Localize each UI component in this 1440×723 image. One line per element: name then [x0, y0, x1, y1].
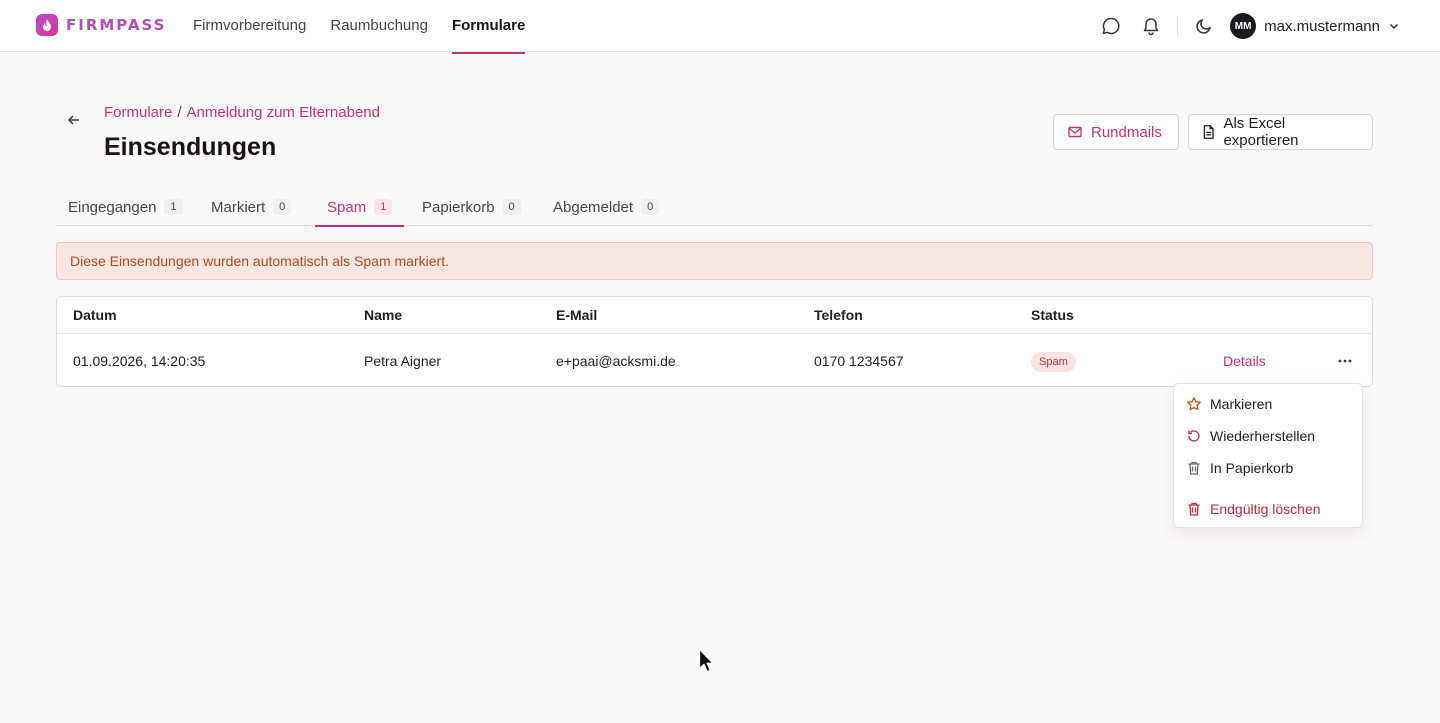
table-row[interactable]: 01.09.2026, 14:20:35 Petra Aigner e+paai… — [57, 335, 1372, 387]
back-arrow-icon[interactable] — [64, 110, 84, 130]
column-header-email[interactable]: E-Mail — [556, 297, 597, 334]
details-link[interactable]: Details — [1223, 335, 1266, 387]
logo[interactable]: FIRMPASS — [36, 14, 166, 36]
moon-icon[interactable] — [1192, 14, 1216, 38]
column-header-name[interactable]: Name — [364, 297, 402, 334]
tab-eingegangen[interactable]: Eingegangen 1 — [68, 188, 183, 226]
tab-count: 1 — [374, 199, 393, 215]
tab-abgemeldet[interactable]: Abgemeldet 0 — [553, 188, 660, 226]
tab-bar: Eingegangen 1 Markiert 0 Spam 1 Papierko… — [56, 188, 1373, 227]
avatar[interactable]: MM — [1230, 13, 1257, 39]
menu-item-wiederherstellen[interactable]: Wiederherstellen — [1174, 422, 1362, 450]
tab-count: 0 — [273, 199, 292, 215]
bell-icon[interactable] — [1139, 14, 1163, 38]
cell-datum: 01.09.2026, 14:20:35 — [73, 353, 206, 369]
document-icon — [1203, 125, 1214, 139]
nav-divider — [1177, 16, 1179, 36]
tab-label: Eingegangen — [68, 198, 157, 216]
rundmails-button[interactable]: Rundmails — [1053, 114, 1179, 150]
breadcrumb-separator: / — [177, 104, 182, 121]
mail-icon — [1068, 126, 1082, 138]
tab-markiert[interactable]: Markiert 0 — [211, 188, 292, 226]
logo-flame-icon — [36, 14, 58, 36]
cell-email: e+paai@acksmi.de — [556, 353, 676, 369]
tab-label: Abgemeldet — [553, 198, 634, 216]
cell-telefon: 0170 1234567 — [814, 353, 904, 369]
menu-item-label: Markieren — [1210, 396, 1273, 412]
nav-right: MM max.mustermann — [1099, 0, 1400, 52]
breadcrumb: Formulare / Anmeldung zum Elternabend — [104, 104, 380, 121]
menu-item-label: In Papierkorb — [1210, 460, 1294, 476]
rundmails-label: Rundmails — [1091, 123, 1162, 141]
restore-icon — [1188, 430, 1200, 442]
table-header: Datum Name E-Mail Telefon Status — [57, 297, 1372, 334]
main-nav: Firmvorbereitung Raumbuchung Formulare — [193, 0, 549, 54]
spam-info-alert: Diese Einsendungen wurden automatisch al… — [56, 242, 1373, 280]
trash-icon — [1188, 502, 1200, 516]
chat-icon[interactable] — [1099, 14, 1123, 38]
nav-link-formulare[interactable]: Formulare — [451, 0, 526, 54]
row-actions-menu: Markieren Wiederherstellen In Papierkorb… — [1173, 383, 1363, 528]
column-header-telefon[interactable]: Telefon — [814, 297, 863, 334]
tab-label: Markiert — [211, 198, 266, 216]
export-label: Als Excel exportieren — [1223, 115, 1299, 149]
submissions-table: Datum Name E-Mail Telefon Status 01.09.2… — [56, 296, 1373, 387]
page-title: Einsendungen — [104, 133, 277, 161]
cell-name: Petra Aigner — [364, 353, 442, 369]
tab-label: Papierkorb — [422, 198, 495, 216]
export-excel-button[interactable]: Als Excel exportieren — [1188, 114, 1373, 150]
tab-papierkorb[interactable]: Papierkorb 0 — [422, 188, 521, 226]
menu-item-label: Wiederherstellen — [1210, 428, 1316, 444]
username[interactable]: max.mustermann — [1264, 18, 1380, 35]
trash-icon — [1188, 461, 1200, 475]
chevron-down-icon[interactable] — [1388, 20, 1400, 32]
logo-text: FIRMPASS — [66, 16, 167, 34]
status-badge: Spam — [1031, 352, 1076, 372]
tab-spam[interactable]: Spam 1 — [315, 188, 405, 227]
menu-item-endgueltig-loeschen[interactable]: Endgültig löschen — [1174, 495, 1362, 523]
menu-item-papierkorb[interactable]: In Papierkorb — [1174, 454, 1362, 482]
menu-item-markieren[interactable]: Markieren — [1174, 390, 1362, 418]
nav-link-firmvorbereitung[interactable]: Firmvorbereitung — [193, 0, 306, 52]
top-navigation: FIRMPASS Firmvorbereitung Raumbuchung Fo… — [0, 0, 1440, 54]
breadcrumb-item-formulare[interactable]: Formulare — [104, 104, 172, 121]
column-header-datum[interactable]: Datum — [73, 297, 117, 334]
nav-link-raumbuchung[interactable]: Raumbuchung — [330, 0, 428, 52]
mouse-cursor-icon — [698, 648, 716, 679]
tab-count: 0 — [502, 199, 521, 215]
tab-count: 1 — [164, 199, 183, 215]
breadcrumb-item-form[interactable]: Anmeldung zum Elternabend — [187, 104, 380, 121]
column-header-status[interactable]: Status — [1031, 297, 1074, 334]
more-options-icon[interactable] — [1333, 349, 1357, 373]
star-icon — [1187, 397, 1201, 411]
menu-item-label: Endgültig löschen — [1210, 501, 1321, 517]
tab-label: Spam — [327, 198, 367, 216]
tab-count: 0 — [641, 199, 660, 215]
